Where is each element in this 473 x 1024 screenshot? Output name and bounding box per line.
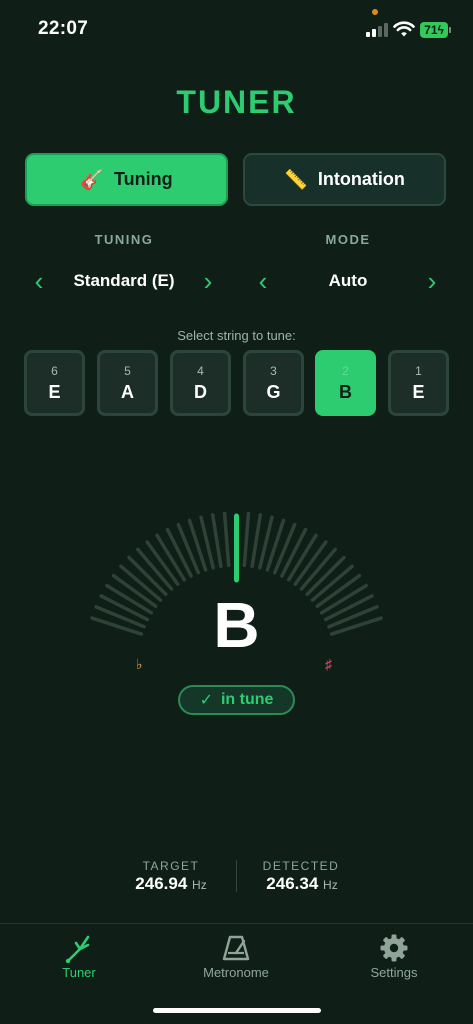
tuning-prev-button[interactable]: ‹ <box>29 266 49 296</box>
string-button-1[interactable]: 1 E <box>388 350 449 416</box>
frequency-divider <box>236 860 237 892</box>
mode-value[interactable]: Auto <box>278 271 418 291</box>
sharp-indicator: ♯ <box>325 656 332 672</box>
cellular-signal-icon <box>366 23 388 37</box>
string-select-prompt: Select string to tune: <box>177 328 296 343</box>
string-note: G <box>266 382 281 402</box>
detected-note: B <box>213 589 260 661</box>
meter-tick <box>250 513 263 568</box>
detected-value: 246.34 <box>266 874 319 893</box>
tab-intonation[interactable]: 📏 Intonation <box>243 153 446 206</box>
charging-bolt-icon: ϟ <box>437 23 444 37</box>
meter-tick <box>242 511 251 568</box>
nav-metronome-label: Metronome <box>203 965 269 980</box>
string-note: B <box>339 382 352 402</box>
gear-icon <box>380 934 408 962</box>
home-indicator <box>153 1008 321 1013</box>
battery-tip <box>449 27 451 33</box>
meter-tick <box>222 511 231 568</box>
detected-label: DETECTED <box>262 859 340 873</box>
mode-next-button[interactable]: › <box>422 266 442 296</box>
string-button-5[interactable]: 5 A <box>97 350 158 416</box>
string-button-2[interactable]: 2 B <box>315 350 376 416</box>
ruler-icon: 📏 <box>284 169 308 191</box>
nav-tuner-label: Tuner <box>62 965 96 980</box>
tuning-label: TUNING <box>94 232 154 247</box>
nav-settings-label: Settings <box>370 965 418 980</box>
wifi-icon <box>393 21 415 37</box>
in-tune-badge: ✓ in tune <box>178 685 295 715</box>
string-button-6[interactable]: 6 E <box>24 350 85 416</box>
string-number: 5 <box>124 364 131 378</box>
string-number: 2 <box>342 364 349 378</box>
meter-tick <box>273 522 297 575</box>
check-icon: ✓ <box>199 692 213 709</box>
status-time: 22:07 <box>38 18 89 39</box>
string-button-3[interactable]: 3 G <box>243 350 304 416</box>
target-label: TARGET <box>142 859 200 873</box>
string-number: 6 <box>51 364 58 378</box>
tuning-next-button[interactable]: › <box>198 266 218 296</box>
string-note: E <box>48 382 61 402</box>
target-frequency: 246.94 Hz <box>110 874 232 894</box>
target-unit: Hz <box>192 878 207 892</box>
string-note: A <box>121 382 134 402</box>
target-value: 246.94 <box>135 874 188 893</box>
tab-bar-divider <box>0 923 473 924</box>
string-button-4[interactable]: 4 D <box>170 350 231 416</box>
meter-tick <box>176 522 200 575</box>
battery-level: 71 <box>424 23 438 37</box>
recording-indicator <box>372 9 378 15</box>
meter-tick <box>210 513 223 568</box>
string-number: 3 <box>270 364 277 378</box>
tuning-fork-icon <box>65 935 90 964</box>
nav-settings[interactable]: Settings <box>344 932 444 980</box>
detected-unit: Hz <box>323 878 338 892</box>
metronome-icon <box>222 935 250 961</box>
mode-prev-button[interactable]: ‹ <box>253 266 273 296</box>
detected-frequency: 246.34 Hz <box>242 874 362 894</box>
nav-metronome[interactable]: Metronome <box>186 932 286 980</box>
tab-tuning-label: Tuning <box>114 169 173 189</box>
string-number: 1 <box>415 364 422 378</box>
tuning-value[interactable]: Standard (E) <box>54 271 194 291</box>
in-tune-label: in tune <box>220 691 274 708</box>
battery-indicator: 71ϟ <box>420 22 448 38</box>
string-note: D <box>194 382 207 402</box>
tab-intonation-label: Intonation <box>317 169 405 189</box>
tab-tuning[interactable]: 🎸 Tuning <box>25 153 228 206</box>
string-number: 4 <box>197 364 204 378</box>
flat-indicator: ♭ <box>136 656 143 672</box>
mode-label: MODE <box>325 232 371 247</box>
guitar-icon: 🎸 <box>80 169 105 191</box>
string-note: E <box>412 382 425 402</box>
nav-tuner[interactable]: Tuner <box>29 932 129 980</box>
page-title: TUNER <box>176 84 297 120</box>
